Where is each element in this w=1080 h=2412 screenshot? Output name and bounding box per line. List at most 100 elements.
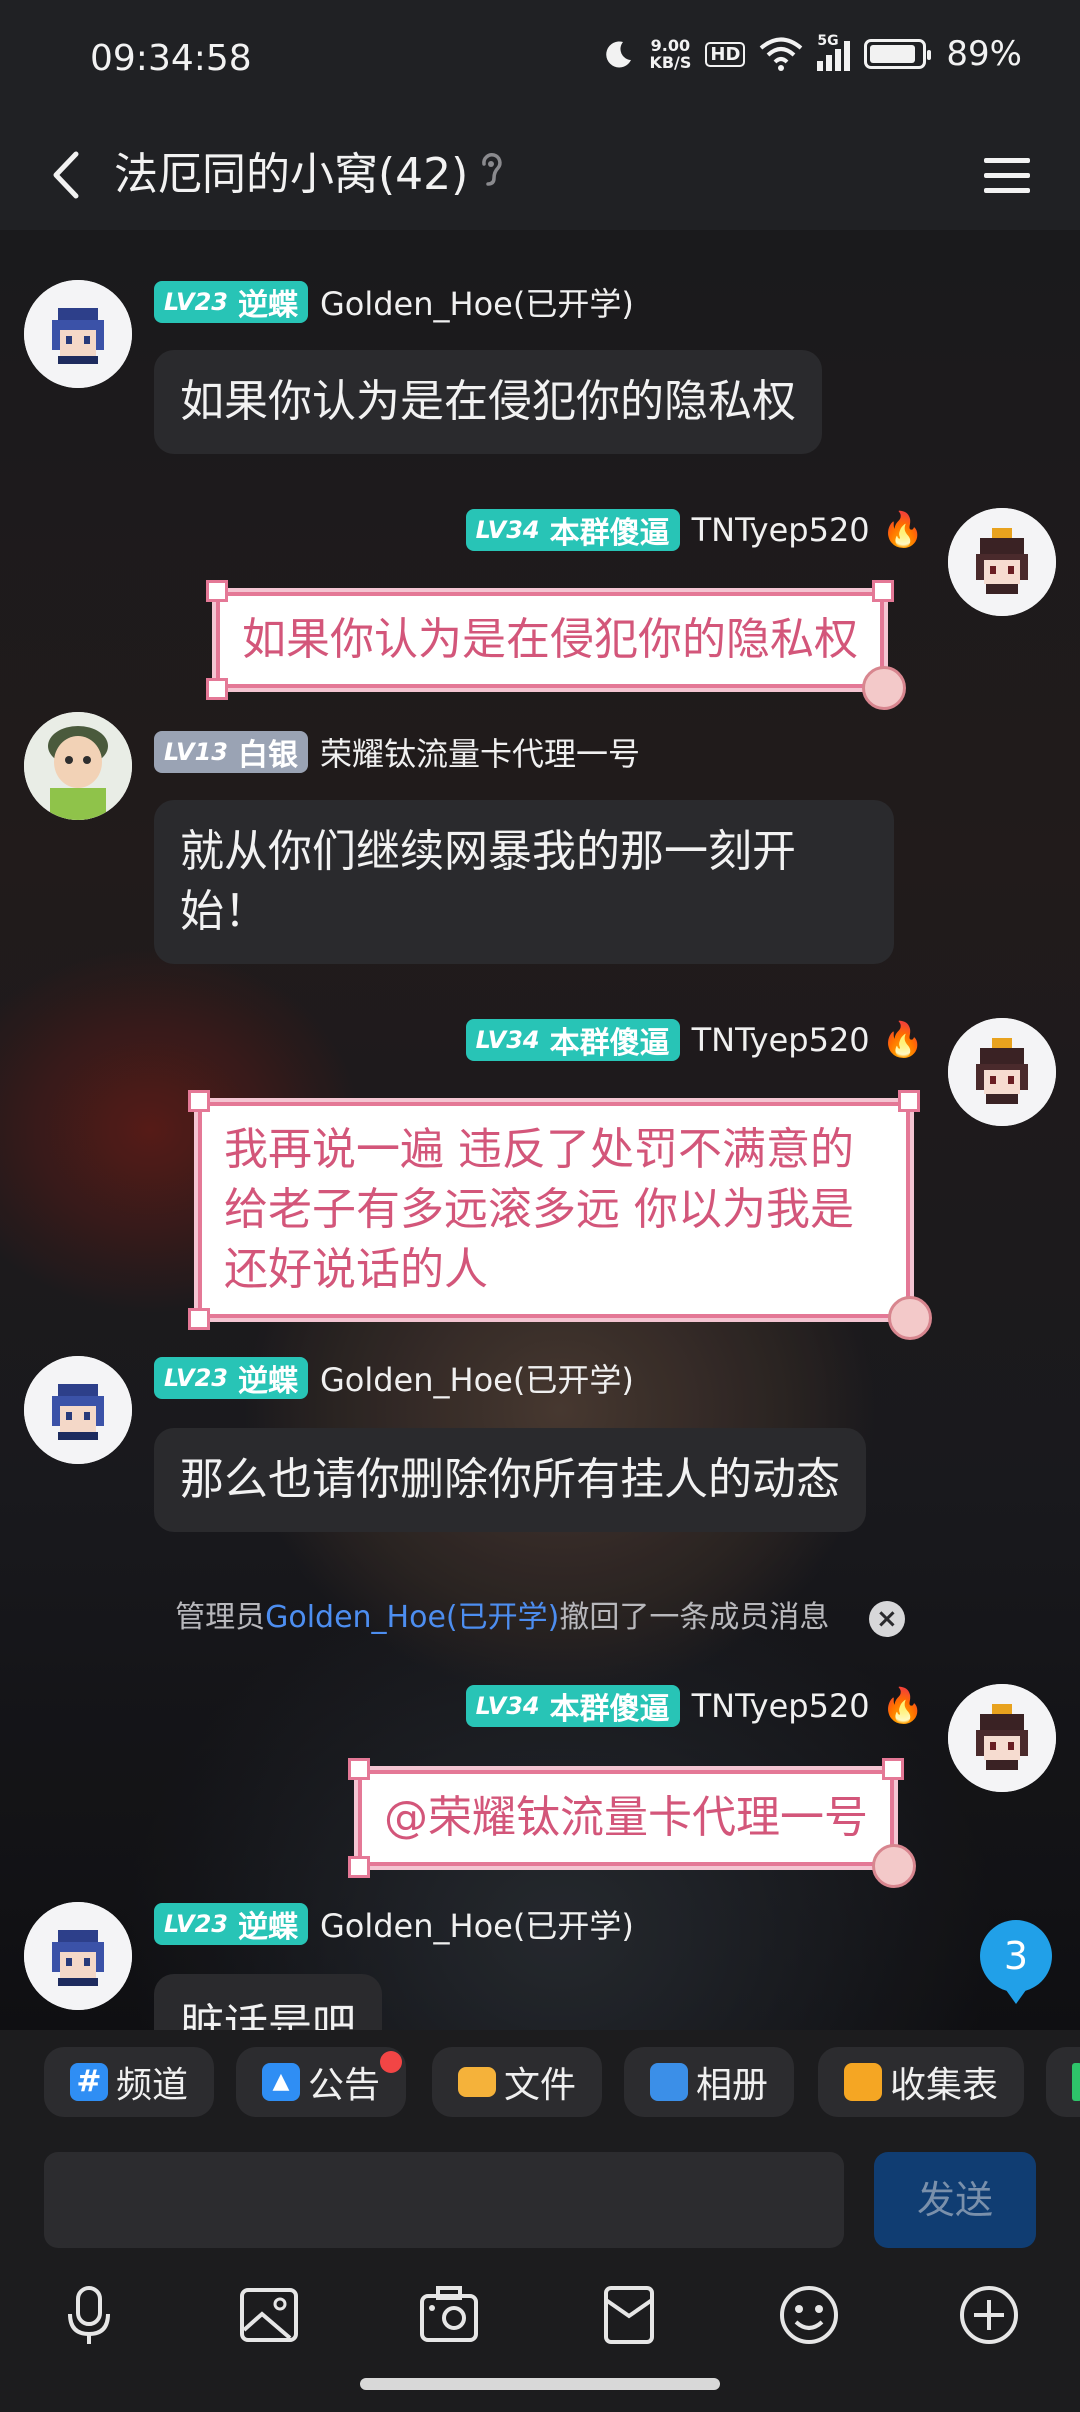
avatar[interactable] bbox=[948, 508, 1056, 616]
sender-name[interactable]: Golden_Hoe(已开学) bbox=[320, 1901, 634, 1947]
menu-icon[interactable] bbox=[980, 142, 1036, 208]
image-icon[interactable] bbox=[236, 2282, 302, 2348]
message-text-line: 我再说一遍 违反了处罚不满意的 bbox=[224, 1124, 854, 1175]
message-input[interactable] bbox=[44, 2152, 844, 2248]
sender-name[interactable]: TNTyep520 bbox=[692, 1021, 870, 1059]
group-toolbar: # 频道 ▲ 公告 文件 相册 收集表 bbox=[0, 2030, 1080, 2150]
chibi-sticker-icon bbox=[872, 1844, 916, 1888]
ribbon-decoration-icon bbox=[872, 580, 894, 602]
chat-header: 法厄同的小窝(42) bbox=[0, 120, 1080, 230]
notice-suffix: 撤回了一条成员消息 bbox=[559, 1600, 830, 1635]
status-indicators: 9.00 KB/S HD 5G 89% bbox=[603, 33, 1022, 74]
avatar[interactable] bbox=[24, 712, 132, 820]
back-arrow-icon[interactable] bbox=[40, 142, 100, 208]
sender-row: LV34 本群傻逼 TNTyep520 🔥 bbox=[465, 1684, 924, 1728]
ribbon-decoration-icon bbox=[188, 1090, 210, 1112]
send-button[interactable]: 发送 bbox=[874, 2152, 1036, 2248]
moon-icon bbox=[606, 41, 632, 68]
announcement-icon: ▲ bbox=[262, 2063, 300, 2101]
notice-prefix: 管理员 bbox=[175, 1600, 266, 1635]
sender-row: LV23 逆蝶 Golden_Hoe(已开学) bbox=[154, 1356, 634, 1400]
avatar[interactable] bbox=[24, 1356, 132, 1464]
toolbar-announcement[interactable]: ▲ 公告 bbox=[236, 2047, 407, 2117]
message-bubble-decorated[interactable]: @荣耀钛流量卡代理一号 bbox=[348, 1758, 916, 1888]
signal-5g-label: 5G bbox=[817, 33, 839, 49]
group-title: 法厄同的小窝(42) bbox=[114, 149, 469, 200]
toolbar-album[interactable]: 相册 bbox=[624, 2047, 795, 2117]
plus-icon[interactable] bbox=[956, 2282, 1022, 2348]
sender-name[interactable]: 荣耀钛流量卡代理一号 bbox=[320, 729, 640, 775]
toolbar-label: 文件 bbox=[504, 2065, 577, 2106]
close-icon[interactable]: × bbox=[868, 1600, 905, 1637]
toolbar-label: 公告 bbox=[308, 2065, 381, 2106]
battery-icon bbox=[864, 39, 932, 69]
hash-icon: # bbox=[70, 2063, 108, 2101]
microphone-icon[interactable] bbox=[56, 2282, 122, 2348]
flame-icon: 🔥 bbox=[881, 1020, 924, 1060]
battery-percent: 89% bbox=[946, 34, 1022, 74]
hd-badge: HD bbox=[705, 41, 746, 67]
avatar[interactable] bbox=[24, 1902, 132, 2010]
message-bubble[interactable]: 那么也请你删除你所有挂人的动态 bbox=[154, 1428, 866, 1532]
toolbar-label: 收集表 bbox=[890, 2065, 999, 2106]
sender-row: LV13 白银 荣耀钛流量卡代理一号 bbox=[154, 730, 640, 774]
ribbon-decoration-icon bbox=[206, 678, 228, 700]
recall-notice: 管理员Golden_Hoe(已开学)撤回了一条成员消息 × bbox=[0, 1592, 1080, 1637]
network-speed-value: 9.00 bbox=[650, 36, 691, 55]
album-icon bbox=[650, 2063, 688, 2101]
navigation-bar bbox=[0, 2370, 1080, 2412]
camera-icon[interactable] bbox=[416, 2282, 482, 2348]
ribbon-decoration-icon bbox=[898, 1090, 920, 1112]
signal-icon: 5G bbox=[817, 33, 851, 71]
sender-row: LV23 逆蝶 Golden_Hoe(已开学) bbox=[154, 280, 634, 324]
sender-row: LV34 本群傻逼 TNTyep520 🔥 bbox=[465, 508, 924, 552]
avatar[interactable] bbox=[948, 1684, 1056, 1792]
ribbon-decoration-icon bbox=[348, 1856, 370, 1878]
red-packet-icon[interactable] bbox=[596, 2282, 662, 2348]
sender-row: LV34 本群傻逼 TNTyep520 🔥 bbox=[465, 1018, 924, 1062]
flame-icon: 🔥 bbox=[881, 510, 924, 550]
network-speed-unit: KB/S bbox=[649, 53, 692, 72]
network-speed: 9.00 KB/S bbox=[649, 37, 691, 71]
ear-icon[interactable] bbox=[476, 148, 506, 188]
avatar[interactable] bbox=[948, 1018, 1056, 1126]
toolbar-more[interactable] bbox=[1046, 2047, 1080, 2117]
level-badge: LV34 本群傻逼 bbox=[465, 509, 680, 551]
level-badge: LV34 本群傻逼 bbox=[465, 1019, 680, 1061]
sender-name[interactable]: TNTyep520 bbox=[692, 511, 870, 549]
level-badge: LV13 白银 bbox=[154, 731, 308, 773]
message-text-line: 就从你们继续网暴我的那一刻开 bbox=[180, 826, 796, 877]
emoji-icon[interactable] bbox=[776, 2282, 842, 2348]
status-bar: 09:34:58 9.00 KB/S HD 5G 89% bbox=[0, 0, 1080, 120]
level-badge: LV34 本群傻逼 bbox=[465, 1685, 680, 1727]
notification-dot bbox=[380, 2051, 403, 2073]
sender-name[interactable]: Golden_Hoe(已开学) bbox=[320, 1355, 634, 1401]
ribbon-decoration-icon bbox=[348, 1758, 370, 1780]
message-bubble-decorated[interactable]: 我再说一遍 违反了处罚不满意的 给老子有多远滚多远 你以为我是 还好说话的人 bbox=[188, 1090, 932, 1340]
message-bubble[interactable]: 如果你认为是在侵犯你的隐私权 bbox=[154, 350, 822, 454]
toolbar-channel[interactable]: # 频道 bbox=[44, 2047, 215, 2117]
home-indicator[interactable] bbox=[360, 2378, 720, 2390]
input-actions-bar bbox=[0, 2260, 1080, 2370]
sender-name[interactable]: Golden_Hoe(已开学) bbox=[320, 279, 634, 325]
folder-icon bbox=[458, 2067, 496, 2097]
level-badge: LV23 逆蝶 bbox=[154, 1357, 308, 1399]
ribbon-decoration-icon bbox=[882, 1758, 904, 1780]
level-badge: LV23 逆蝶 bbox=[154, 1903, 308, 1945]
toolbar-collection-form[interactable]: 收集表 bbox=[818, 2047, 1025, 2117]
notice-user-link[interactable]: Golden_Hoe(已开学) bbox=[265, 1600, 559, 1635]
avatar[interactable] bbox=[24, 280, 132, 388]
message-bubble-decorated[interactable]: 如果你认为是在侵犯你的隐私权 bbox=[206, 580, 906, 710]
chibi-sticker-icon bbox=[888, 1296, 932, 1340]
message-text-line: 还好说话的人 bbox=[224, 1244, 488, 1295]
message-bubble[interactable]: 就从你们继续网暴我的那一刻开 始！ bbox=[154, 800, 894, 964]
sender-row: LV23 逆蝶 Golden_Hoe(已开学) bbox=[154, 1902, 634, 1946]
message-text-line: 给老子有多远滚多远 你以为我是 bbox=[224, 1184, 854, 1235]
toolbar-files[interactable]: 文件 bbox=[432, 2047, 603, 2117]
flame-icon: 🔥 bbox=[881, 1686, 924, 1726]
message-text-line: 始！ bbox=[180, 886, 268, 937]
level-badge: LV23 逆蝶 bbox=[154, 281, 308, 323]
toolbar-label: 频道 bbox=[116, 2065, 189, 2106]
sender-name[interactable]: TNTyep520 bbox=[692, 1687, 870, 1725]
unread-count-badge[interactable]: 3 bbox=[980, 1920, 1052, 2004]
